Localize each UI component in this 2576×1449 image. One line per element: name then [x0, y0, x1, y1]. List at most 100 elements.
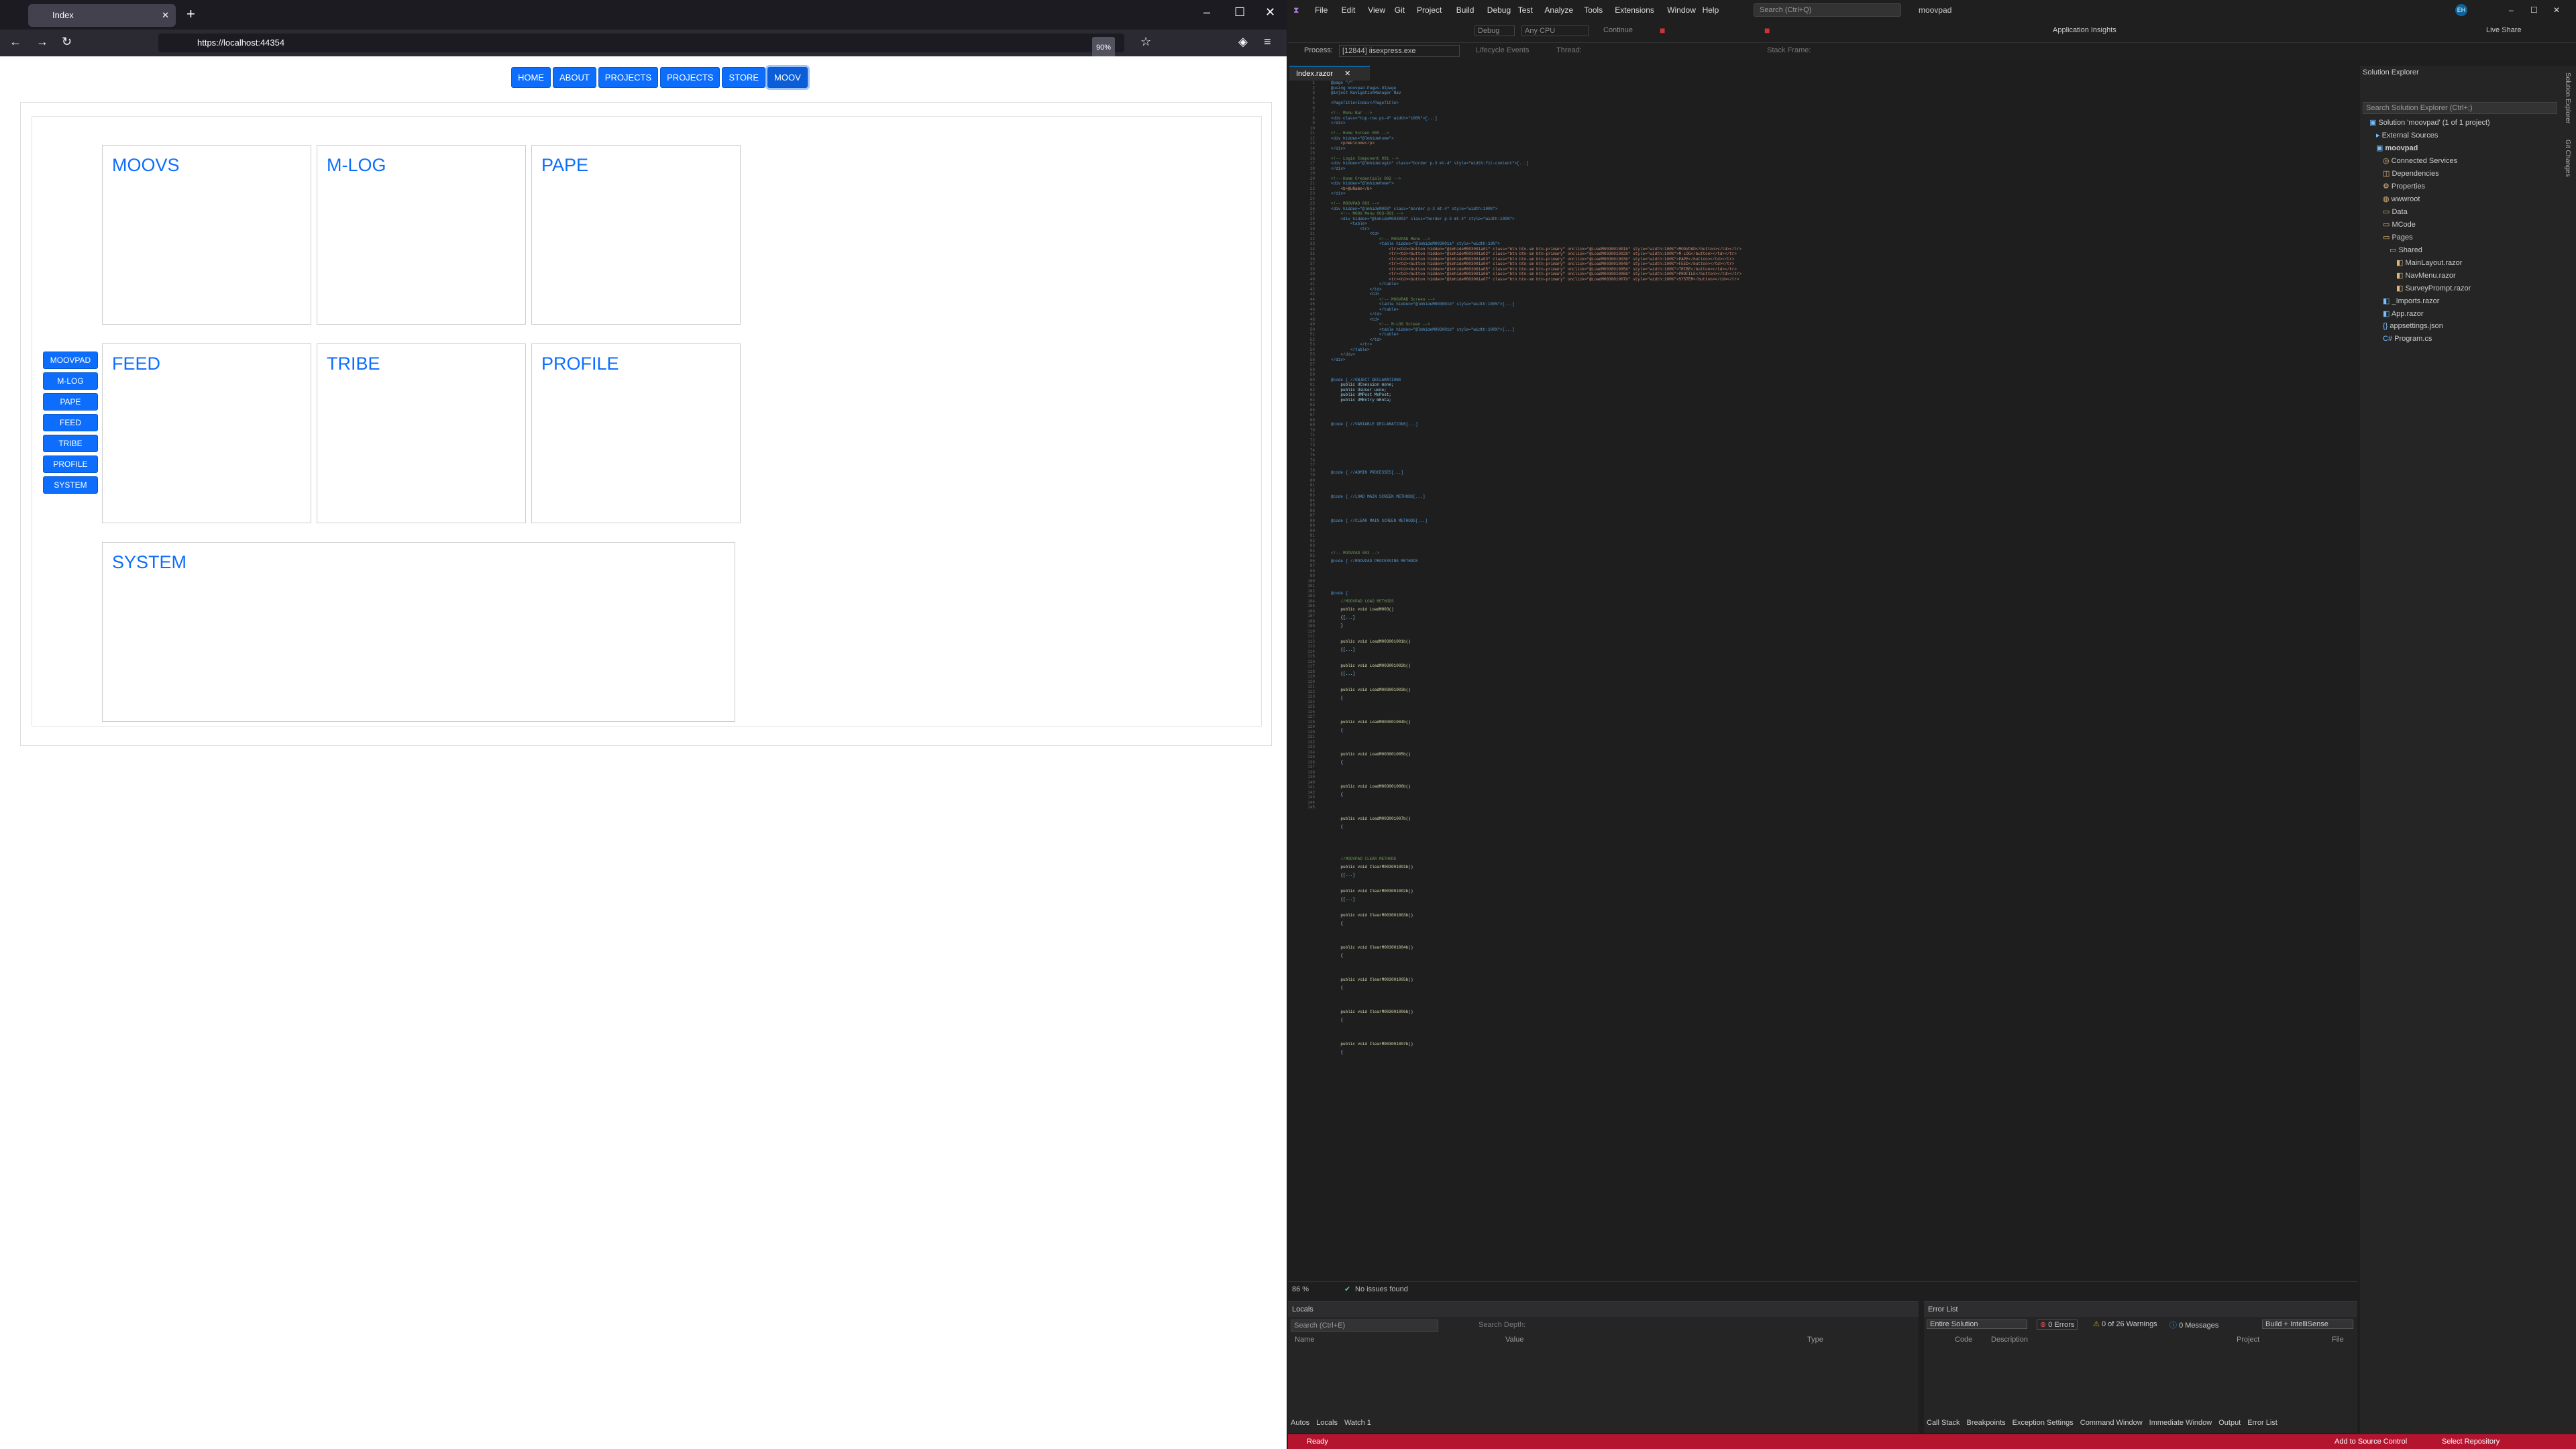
code-line[interactable]: <p>Welcome</p>	[1331, 141, 2351, 146]
code-line[interactable]: {	[1331, 1050, 2351, 1055]
side-button-system[interactable]: SYSTEM	[43, 476, 98, 494]
code-line[interactable]: public void LoadM003001007b()	[1331, 816, 2351, 822]
code-line[interactable]: <div hidden="@lmhideHome">	[1331, 181, 2351, 186]
code-line[interactable]: {[...]	[1331, 873, 2351, 878]
code-line[interactable]: <tr><td><button hidden="@lmhideM003001a0…	[1331, 272, 2351, 277]
solution-item[interactable]: ◧ MainLayout.razor	[2396, 258, 2462, 267]
code-line[interactable]: public void ClearM003001006b()	[1331, 1010, 2351, 1015]
code-line[interactable]	[1331, 575, 2351, 580]
code-line[interactable]	[1331, 478, 2351, 484]
nav-button-projects[interactable]: PROJECTS	[598, 67, 659, 88]
code-line[interactable]: <!-- MOOV Menu 003-001 -->	[1331, 211, 2351, 217]
code-line[interactable]: public void ClearM003001003b()	[1331, 913, 2351, 918]
code-line[interactable]	[1331, 438, 2351, 443]
code-line[interactable]: </div>	[1331, 166, 2351, 172]
vs-menu-debug[interactable]: Debug	[1487, 0, 1511, 20]
code-line[interactable]	[1331, 151, 2351, 156]
solution-item[interactable]: ◧ NavMenu.razor	[2396, 271, 2456, 280]
col-type[interactable]: Type	[1807, 1336, 1823, 1344]
vs-menu-file[interactable]: File	[1315, 0, 1328, 20]
new-tab-icon[interactable]: +	[186, 5, 195, 23]
issues-text[interactable]: No issues found	[1355, 1282, 1408, 1297]
code-line[interactable]	[1331, 631, 2351, 637]
bottom-tab-1[interactable]: Breakpoints	[1967, 1419, 2006, 1427]
code-line[interactable]: {	[1331, 1018, 2351, 1023]
code-line[interactable]: </tr>	[1331, 342, 2351, 347]
code-line[interactable]: <table hidden="@lmhideM003001b" style="w…	[1331, 302, 2351, 307]
warnings-filter[interactable]: ⚠ 0 of 26 Warnings	[2093, 1320, 2157, 1328]
code-line[interactable]: </div>	[1331, 146, 2351, 152]
code-line[interactable]	[1331, 535, 2351, 540]
zoom-badge[interactable]: 90%	[1091, 37, 1115, 58]
config-dropdown[interactable]: Debug	[1474, 25, 1515, 36]
locals-search[interactable]: Search (Ctrl+E)	[1291, 1320, 1438, 1332]
card-pape[interactable]: PAPE	[531, 145, 741, 325]
code-line[interactable]: {[...]	[1331, 897, 2351, 902]
col-code[interactable]: Code	[1955, 1336, 1972, 1344]
vs-menu-extensions[interactable]: Extensions	[1615, 0, 1654, 20]
build-dropdown[interactable]: Build + IntelliSense	[2262, 1320, 2353, 1329]
code-line[interactable]	[1331, 961, 2351, 967]
code-line[interactable]: <tr>	[1331, 227, 2351, 232]
back-icon[interactable]: ←	[9, 35, 21, 49]
bottom-tab-3[interactable]: Command Window	[2080, 1419, 2143, 1427]
close-doc-icon[interactable]: ✕	[1344, 70, 1350, 78]
nav-button-home[interactable]: HOME	[511, 67, 551, 88]
search-depth[interactable]: Search Depth:	[1479, 1321, 1525, 1329]
errors-filter[interactable]: ⊗ 0 Errors	[2037, 1320, 2078, 1330]
code-line[interactable]: public void ClearM003001001b()	[1331, 865, 2351, 870]
vs-search-box[interactable]: Search (Ctrl+Q)	[1754, 3, 1901, 17]
card-moovs[interactable]: MOOVS	[102, 145, 311, 325]
code-line[interactable]: </div>	[1331, 191, 2351, 197]
code-line[interactable]	[1331, 1034, 2351, 1039]
code-line[interactable]	[1331, 680, 2351, 685]
nav-button-projects[interactable]: PROJECTS	[660, 67, 720, 88]
editor-zoom[interactable]: 86 %	[1292, 1282, 1309, 1297]
code-line[interactable]	[1331, 881, 2351, 886]
messages-filter[interactable]: ⓘ 0 Messages	[2169, 1320, 2218, 1330]
solution-item[interactable]: ◧ App.razor	[2383, 309, 2424, 318]
locals-tab-2[interactable]: Watch 1	[1344, 1419, 1371, 1427]
code-line[interactable]: @using moovpad.Pages.UIpage	[1331, 86, 2351, 91]
solution-item[interactable]: ▭ Data	[2383, 207, 2408, 216]
code-line[interactable]	[1331, 502, 2351, 508]
vs-menu-git[interactable]: Git	[1395, 0, 1405, 20]
code-line[interactable]	[1331, 430, 2351, 435]
code-line[interactable]: {[...]	[1331, 672, 2351, 677]
code-editor[interactable]: 1 2 3 4 5 6 7 8 9 10 11 12 13 14 15 16 1…	[1288, 80, 2357, 1281]
side-button-feed[interactable]: FEED	[43, 414, 98, 431]
code-line[interactable]	[1331, 462, 2351, 468]
code-line[interactable]: <!-- MOOVPAD Screen -->	[1331, 297, 2351, 303]
scope-dropdown[interactable]: Entire Solution	[1927, 1320, 2027, 1329]
code-line[interactable]	[1331, 197, 2351, 202]
code-line[interactable]	[1331, 849, 2351, 854]
vs-menu-analyze[interactable]: Analyze	[1544, 0, 1573, 20]
close-tab-icon[interactable]: ✕	[162, 4, 169, 27]
code-line[interactable]: <!-- MOOVPAD 003 -->	[1331, 551, 2351, 556]
code-line[interactable]	[1331, 486, 2351, 492]
code-line[interactable]: public void ClearM003001004b()	[1331, 945, 2351, 951]
code-line[interactable]: </table>	[1331, 307, 2351, 313]
tab-index-razor[interactable]: Index.razor ✕	[1289, 66, 1370, 80]
maximize-icon[interactable]: ☐	[1234, 5, 1245, 19]
code-line[interactable]: @code { //LOAD MAIN SCREEN METHODS[...]	[1331, 494, 2351, 500]
code-line[interactable]	[1331, 937, 2351, 943]
solution-item[interactable]: C# Program.cs	[2383, 335, 2432, 343]
platform-dropdown[interactable]: Any CPU	[1521, 25, 1589, 36]
solution-item[interactable]: ▭ Shared	[2390, 246, 2422, 254]
code-line[interactable]: @inject NavigationManager Nav	[1331, 91, 2351, 96]
code-line[interactable]	[1331, 1026, 2351, 1031]
code-line[interactable]: {	[1331, 921, 2351, 926]
bottom-tab-2[interactable]: Exception Settings	[2012, 1419, 2074, 1427]
side-button-moovpad[interactable]: MOOVPAD	[43, 352, 98, 369]
side-button-pape[interactable]: PAPE	[43, 393, 98, 411]
code-line[interactable]	[1331, 768, 2351, 773]
url-bar[interactable]: https://localhost:44354 90%	[158, 34, 1124, 58]
code-line[interactable]: <!-- Menu Bar -->	[1331, 111, 2351, 116]
code-line[interactable]	[1331, 800, 2351, 806]
code-line[interactable]: </div>	[1331, 121, 2351, 126]
code-line[interactable]: @code { //CLEAR MAIN SCREEN METHODS[...]	[1331, 519, 2351, 524]
solution-item[interactable]: ◎ Connected Services	[2383, 156, 2457, 165]
col-name[interactable]: Name	[1295, 1336, 1314, 1344]
code-line[interactable]: {	[1331, 696, 2351, 701]
